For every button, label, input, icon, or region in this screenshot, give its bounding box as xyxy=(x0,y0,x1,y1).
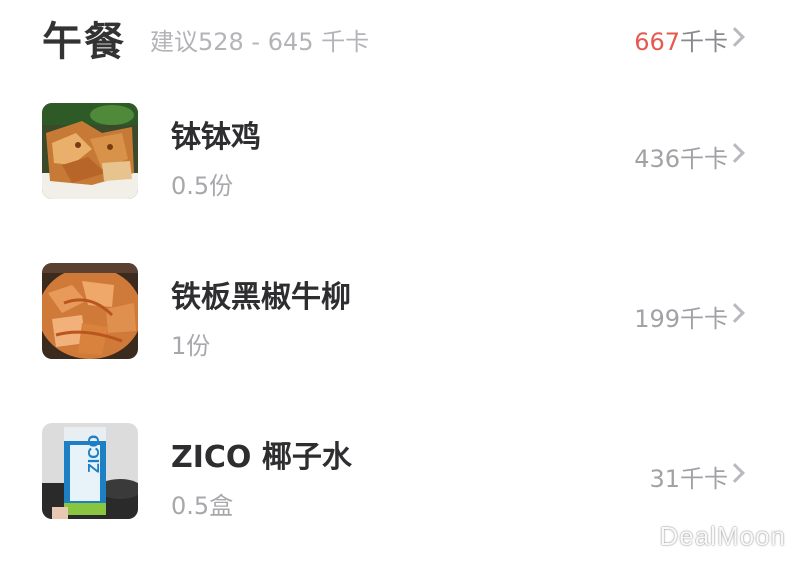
food-amount: 1份 xyxy=(171,332,211,360)
fried-chicken-photo-icon xyxy=(42,103,138,199)
watermark: DealMoon xyxy=(659,521,786,551)
meal-calorie-suggestion: 建议528 - 645 千卡 xyxy=(150,28,370,56)
food-item-row[interactable]: 钵钵鸡 0.5份 436千卡 xyxy=(0,90,800,250)
food-calories: 199千卡 xyxy=(634,305,728,333)
food-item-row[interactable]: 铁板黑椒牛柳 1份 199千卡 xyxy=(0,250,800,410)
food-thumbnail-coconut-water: ZICO xyxy=(42,423,138,519)
meal-total-unit: 千卡 xyxy=(680,28,728,56)
food-amount: 0.5份 xyxy=(171,172,234,200)
food-name: 铁板黑椒牛柳 xyxy=(171,280,351,315)
beef-sizzling-plate-photo-icon xyxy=(42,263,138,359)
food-name: ZICO 椰子水 xyxy=(171,440,352,475)
food-amount: 0.5盒 xyxy=(171,492,234,520)
meal-header[interactable]: 午餐 建议528 - 645 千卡 667千卡 xyxy=(0,0,800,78)
food-name: 钵钵鸡 xyxy=(171,120,261,155)
food-calories: 31千卡 xyxy=(649,465,728,493)
meal-total-value: 667 xyxy=(634,28,680,56)
food-thumbnail-fried-chicken xyxy=(42,103,138,199)
chevron-right-icon xyxy=(725,463,745,483)
chevron-right-icon xyxy=(725,303,745,323)
svg-text:ZICO: ZICO xyxy=(86,435,103,473)
meal-title: 午餐 xyxy=(42,19,126,65)
food-calories: 436千卡 xyxy=(634,145,728,173)
food-thumbnail-beef xyxy=(42,263,138,359)
chevron-right-icon xyxy=(725,143,745,163)
coconut-water-carton-photo-icon: ZICO xyxy=(42,423,138,519)
meal-total-calories: 667千卡 xyxy=(634,22,728,57)
chevron-right-icon xyxy=(725,27,745,47)
